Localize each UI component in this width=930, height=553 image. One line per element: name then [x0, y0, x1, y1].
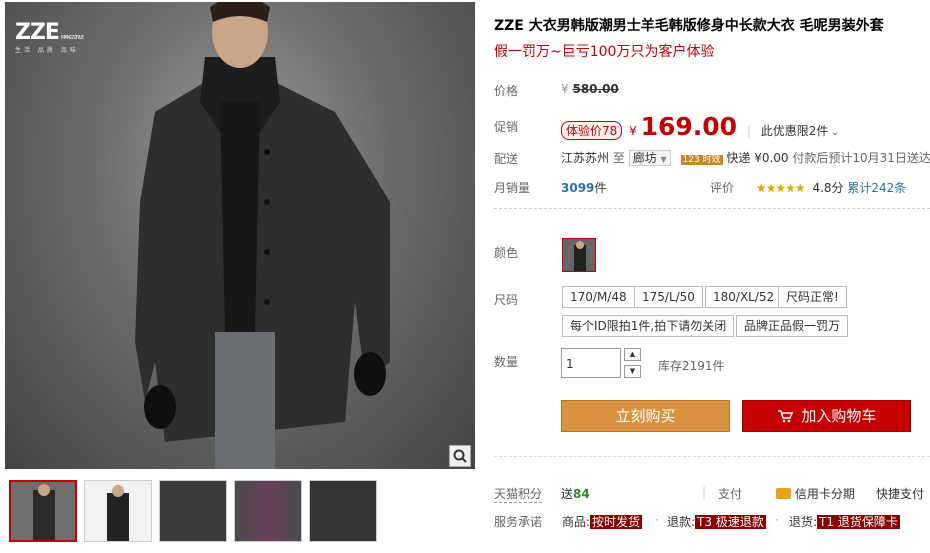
- service-refund[interactable]: 退款: T3 极速退款: [667, 513, 766, 530]
- delivery-destination-select[interactable]: 廊坊 ▼: [628, 150, 671, 166]
- divider: [494, 208, 930, 209]
- promo-row: 体验价78 ¥ 169.00 | 此优惠限2件 ⌄: [561, 112, 839, 141]
- product-subtitle: 假一罚万~巨亏100万只为客户体验: [494, 44, 715, 60]
- service-goods[interactable]: 商品: 按时发货: [562, 513, 643, 530]
- add-to-cart-button[interactable]: 加入购物车: [742, 400, 911, 432]
- pay-label: 支付: [718, 487, 743, 501]
- buy-now-button[interactable]: 立刻购买: [561, 400, 730, 432]
- divider-bottom: [494, 456, 930, 457]
- thumbnail-3[interactable]: [159, 480, 227, 542]
- size-note-genuine[interactable]: 品牌正品假一罚万: [736, 315, 849, 337]
- promo-badge: 体验价78: [561, 121, 623, 140]
- quantity-up-icon[interactable]: ▲: [624, 348, 641, 361]
- sales-count: 3099件: [561, 181, 607, 195]
- quantity-label: 数量: [494, 355, 519, 369]
- quantity-input[interactable]: 1: [561, 348, 621, 378]
- service-label: 服务承诺: [494, 515, 543, 529]
- rating-row: 评价 ★★★★★ 4.8分 累计242条: [710, 181, 907, 195]
- size-label: 尺码: [494, 293, 519, 307]
- brand-logo: ZZE MANG STYLE 生活 品质 品味: [15, 20, 84, 54]
- review-count-link[interactable]: 累计242条: [847, 181, 906, 195]
- chevron-down-icon: ⌄: [828, 128, 839, 138]
- separator: |: [702, 485, 707, 499]
- delivery-row: 江苏苏州 至 廊坊 ▼ 123 时效 快递 ¥0.00 付款后预计10月31日送…: [561, 150, 930, 166]
- size-option-170[interactable]: 170/M/48: [562, 286, 635, 308]
- size-option-175[interactable]: 175/L/50: [634, 286, 703, 308]
- quantity-down-icon[interactable]: ▼: [624, 365, 641, 378]
- credit-installment[interactable]: 信用卡分期: [776, 485, 855, 502]
- separator: ·: [655, 513, 659, 527]
- magnifier-icon[interactable]: [449, 445, 471, 467]
- separator: ·: [775, 513, 779, 527]
- model-illustration: [135, 2, 390, 469]
- quick-pay[interactable]: 快捷支付: [876, 485, 924, 502]
- promo-price: 169.00: [640, 112, 738, 141]
- price-label: 价格: [494, 84, 519, 98]
- thumbnail-4[interactable]: [234, 480, 302, 542]
- thumbnail-2[interactable]: [84, 480, 152, 542]
- main-product-image: ZZE MANG STYLE 生活 品质 品味: [5, 2, 475, 469]
- original-price: ¥ 580.00: [561, 82, 619, 96]
- tmall-points-label[interactable]: 天猫积分: [494, 485, 543, 503]
- thumbnail-strip: [9, 480, 384, 542]
- thumbnail-1[interactable]: [9, 480, 77, 542]
- dropdown-arrow-icon: ▼: [660, 155, 667, 164]
- size-note-limit[interactable]: 每个ID限拍1件,拍下请勿关闭: [562, 315, 735, 337]
- promo-label: 促销: [494, 120, 519, 134]
- cart-icon: [777, 407, 798, 425]
- color-swatch-black[interactable]: [562, 238, 596, 272]
- credit-card-icon: [776, 488, 791, 499]
- rating-stars: ★★★★★: [755, 181, 806, 195]
- service-return[interactable]: 退货: T1 退货保障卡: [789, 513, 900, 530]
- color-label: 颜色: [494, 246, 519, 260]
- delivery-time-badge: 123 时效: [680, 155, 723, 165]
- promo-limit[interactable]: 此优惠限2件: [761, 124, 829, 138]
- delivery-label: 配送: [494, 152, 519, 166]
- points-value: 送84: [561, 487, 590, 501]
- size-option-normal[interactable]: 尺码正常!: [778, 286, 847, 308]
- product-title: ZZE 大衣男韩版潮男士羊毛韩版修身中长款大衣 毛呢男装外套: [494, 18, 884, 34]
- thumbnail-5[interactable]: [309, 480, 377, 542]
- sales-label: 月销量: [494, 181, 531, 195]
- size-option-180[interactable]: 180/XL/52: [705, 286, 783, 308]
- stock-text: 库存2191件: [658, 359, 725, 373]
